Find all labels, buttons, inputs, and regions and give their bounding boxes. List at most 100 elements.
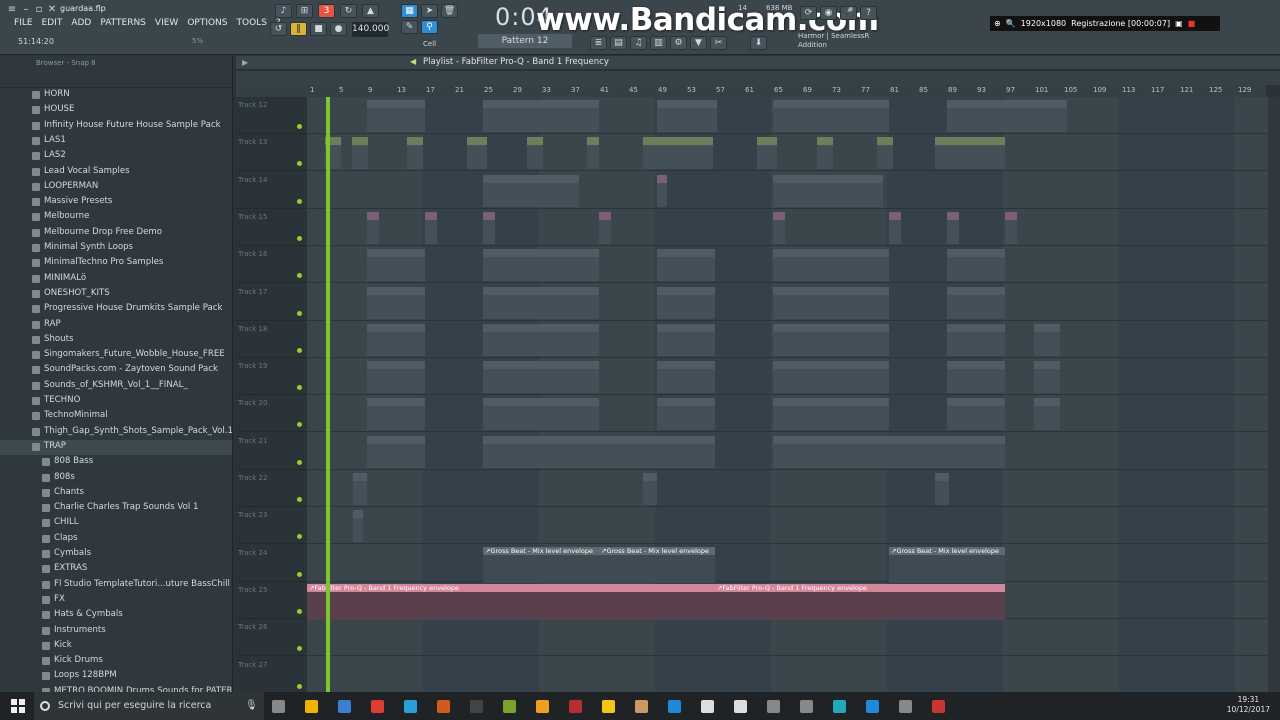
pattern-clip[interactable]: ▤ Pattern 17 xyxy=(889,435,1005,468)
browser-folder[interactable]: HOUSE xyxy=(0,103,232,118)
pattern-clip[interactable] xyxy=(425,211,437,244)
menu-item-view[interactable]: VIEW xyxy=(155,18,178,28)
pattern-clip[interactable] xyxy=(889,211,901,244)
pattern-selector[interactable]: Pattern 12 xyxy=(478,34,572,48)
mute-led[interactable] xyxy=(297,571,302,577)
track-header[interactable]: Track 20 xyxy=(236,395,306,433)
track-header[interactable]: Track 17 xyxy=(236,284,306,321)
track-header[interactable]: Track 24 xyxy=(236,545,306,582)
pattern-clip[interactable] xyxy=(367,100,425,132)
pattern-clip[interactable]: ▤ Pat..1 xyxy=(367,286,425,319)
browser-folder[interactable]: SoundPacks.com - Zaytoven Sound Pack xyxy=(0,363,232,378)
track-lane[interactable] xyxy=(307,657,1268,694)
menu-item-patterns[interactable]: PATTERNS xyxy=(100,18,146,28)
pattern-clip[interactable] xyxy=(352,137,368,170)
playlist-menu-icon[interactable]: ▶ xyxy=(242,58,248,67)
plugin-icon[interactable]: ⚙ xyxy=(670,36,687,50)
piano-roll-icon[interactable]: ♫ xyxy=(630,36,647,50)
mute-led[interactable] xyxy=(297,273,302,279)
browser-folder[interactable]: Thigh_Gap_Synth_Shots_Sample_Pack_Vol.1 xyxy=(0,425,232,440)
restore-icon[interactable]: ▫ xyxy=(33,4,45,16)
arrow-icon[interactable]: ➤ xyxy=(421,4,438,18)
track-header[interactable]: Track 13 xyxy=(236,134,306,172)
menu-item-tools[interactable]: TOOLS xyxy=(237,18,267,28)
pattern-clip[interactable]: ▤ Pa... xyxy=(1034,398,1060,431)
menu-item-add[interactable]: ADD xyxy=(71,18,91,28)
online-icon[interactable]: ⟳ xyxy=(800,6,817,20)
mute-led[interactable] xyxy=(297,385,302,391)
browser-folder[interactable]: TechnoMinimal xyxy=(0,409,232,424)
pattern-clip[interactable] xyxy=(1017,100,1067,132)
browser-folder[interactable]: EXTRAS xyxy=(0,562,232,577)
track-header[interactable]: Track 14 xyxy=(236,172,306,209)
track-lane[interactable] xyxy=(307,209,1268,246)
camera-icon[interactable]: ▣ xyxy=(1175,19,1183,28)
close-icon[interactable]: ✕ xyxy=(46,4,58,16)
browser-folder[interactable]: Chants xyxy=(0,486,232,501)
track-header[interactable]: Track 16 xyxy=(236,246,306,284)
pattern-clip[interactable]: ▤ Pattern 10 xyxy=(483,249,599,282)
mute-led[interactable] xyxy=(297,534,302,540)
pattern-clip[interactable]: ▤ Pattern 13 xyxy=(947,361,1005,394)
mixer-icon[interactable]: ≣ xyxy=(590,36,607,50)
pattern-clip[interactable]: ▤ Pattern 14 xyxy=(483,398,599,431)
browser-folder[interactable]: HORN xyxy=(0,88,232,103)
track-lane[interactable] xyxy=(307,507,1268,545)
pattern-clip[interactable]: ▤ Pattern 14 xyxy=(657,398,715,431)
browser-folder[interactable]: LAS2 xyxy=(0,149,232,164)
pattern-clip[interactable]: ▤ Pat..1 xyxy=(483,286,599,319)
taskbar-app-icon[interactable] xyxy=(437,700,450,713)
browser-folder[interactable]: Lead Vocal Samples xyxy=(0,165,232,180)
pattern-clip[interactable]: ▤ Pattern 13 xyxy=(367,361,425,394)
pattern-clip[interactable] xyxy=(527,137,543,170)
pattern-clip[interactable]: ▤ Pa..9 xyxy=(773,174,883,207)
cpu-icon[interactable]: ◉ xyxy=(820,6,837,20)
taskbar-app-icon[interactable] xyxy=(569,700,582,713)
record-button[interactable]: ● xyxy=(330,22,347,36)
search-icon[interactable]: 🔍 xyxy=(1006,19,1016,28)
taskbar-search[interactable]: Scrivi qui per eseguire la ricerca xyxy=(34,692,264,720)
pattern-clip[interactable]: ▤ Pa..9 xyxy=(643,137,713,170)
pattern-clip[interactable] xyxy=(657,100,717,132)
mute-led[interactable] xyxy=(297,310,302,316)
channel-rack-icon[interactable]: ▤ xyxy=(610,36,627,50)
taskbar-app-icon[interactable] xyxy=(338,700,351,713)
automation-clip[interactable]: ↗FabFilter Pro-Q - Band 1 Frequency enve… xyxy=(307,583,715,620)
taskbar-app-icon[interactable] xyxy=(734,700,747,713)
mute-led[interactable] xyxy=(297,497,302,502)
track-header[interactable]: Track 21 xyxy=(236,433,306,470)
pattern-clip[interactable]: ▤ Pattern 10 xyxy=(657,249,715,282)
taskbar-app-icon[interactable] xyxy=(371,700,384,713)
browser-folder[interactable]: Fl Studio TemplateTutori...uture BassChi… xyxy=(0,578,232,593)
pattern-clip[interactable]: ▤ Pattern 17 xyxy=(367,435,425,468)
menu-item-options[interactable]: OPTIONS xyxy=(187,18,227,28)
track-header[interactable]: Track 15 xyxy=(236,209,306,246)
pattern-clip[interactable]: ▤ Pattern 14 xyxy=(773,398,889,431)
track-header[interactable]: Track 26 xyxy=(236,619,306,657)
target-icon[interactable]: ⊕ xyxy=(994,19,1001,28)
pattern-clip[interactable]: ▤ Pattern 13 xyxy=(483,361,599,394)
mute-led[interactable] xyxy=(297,608,302,614)
mute-led[interactable] xyxy=(297,161,302,167)
pattern-clip[interactable]: ▤ Pattern 12 xyxy=(773,323,889,356)
pattern-clip[interactable] xyxy=(935,473,949,505)
track-header[interactable]: Track 18 xyxy=(236,321,306,358)
vertical-scrollbar[interactable] xyxy=(1268,97,1280,692)
pattern-clip[interactable]: ▤ Pa... xyxy=(1034,323,1060,356)
track-header[interactable]: Track 19 xyxy=(236,358,306,396)
browser-folder[interactable]: Minimal Synth Loops xyxy=(0,241,232,256)
pattern-clip[interactable] xyxy=(773,100,889,132)
pattern-clip[interactable]: ▤ Pattern 12 xyxy=(947,323,1005,356)
pattern-clip[interactable]: ▤ Pattern 17 xyxy=(773,435,889,468)
metronome-icon[interactable]: ▲ xyxy=(362,4,379,18)
browser-folder[interactable]: Charlie Charles Trap Sounds Vol 1 xyxy=(0,501,232,516)
pattern-clip[interactable]: ▤ Pattern 13 xyxy=(773,361,889,394)
timeline-ruler[interactable]: 1 5 9 13 17 21 25 29 33 37 41 45 49 53 57 61 65 69 73 77 81 8… xyxy=(236,85,1266,97)
browser-folder[interactable]: ONESHOT_KITS xyxy=(0,287,232,302)
download-icon[interactable]: ⬇ xyxy=(750,36,767,50)
pattern-clip[interactable] xyxy=(757,137,777,170)
pattern-clip[interactable]: ▤ Pattern 10 xyxy=(367,249,425,282)
mute-led[interactable] xyxy=(297,646,302,652)
pattern-clip[interactable] xyxy=(947,100,1017,132)
pattern-clip[interactable] xyxy=(407,137,423,170)
